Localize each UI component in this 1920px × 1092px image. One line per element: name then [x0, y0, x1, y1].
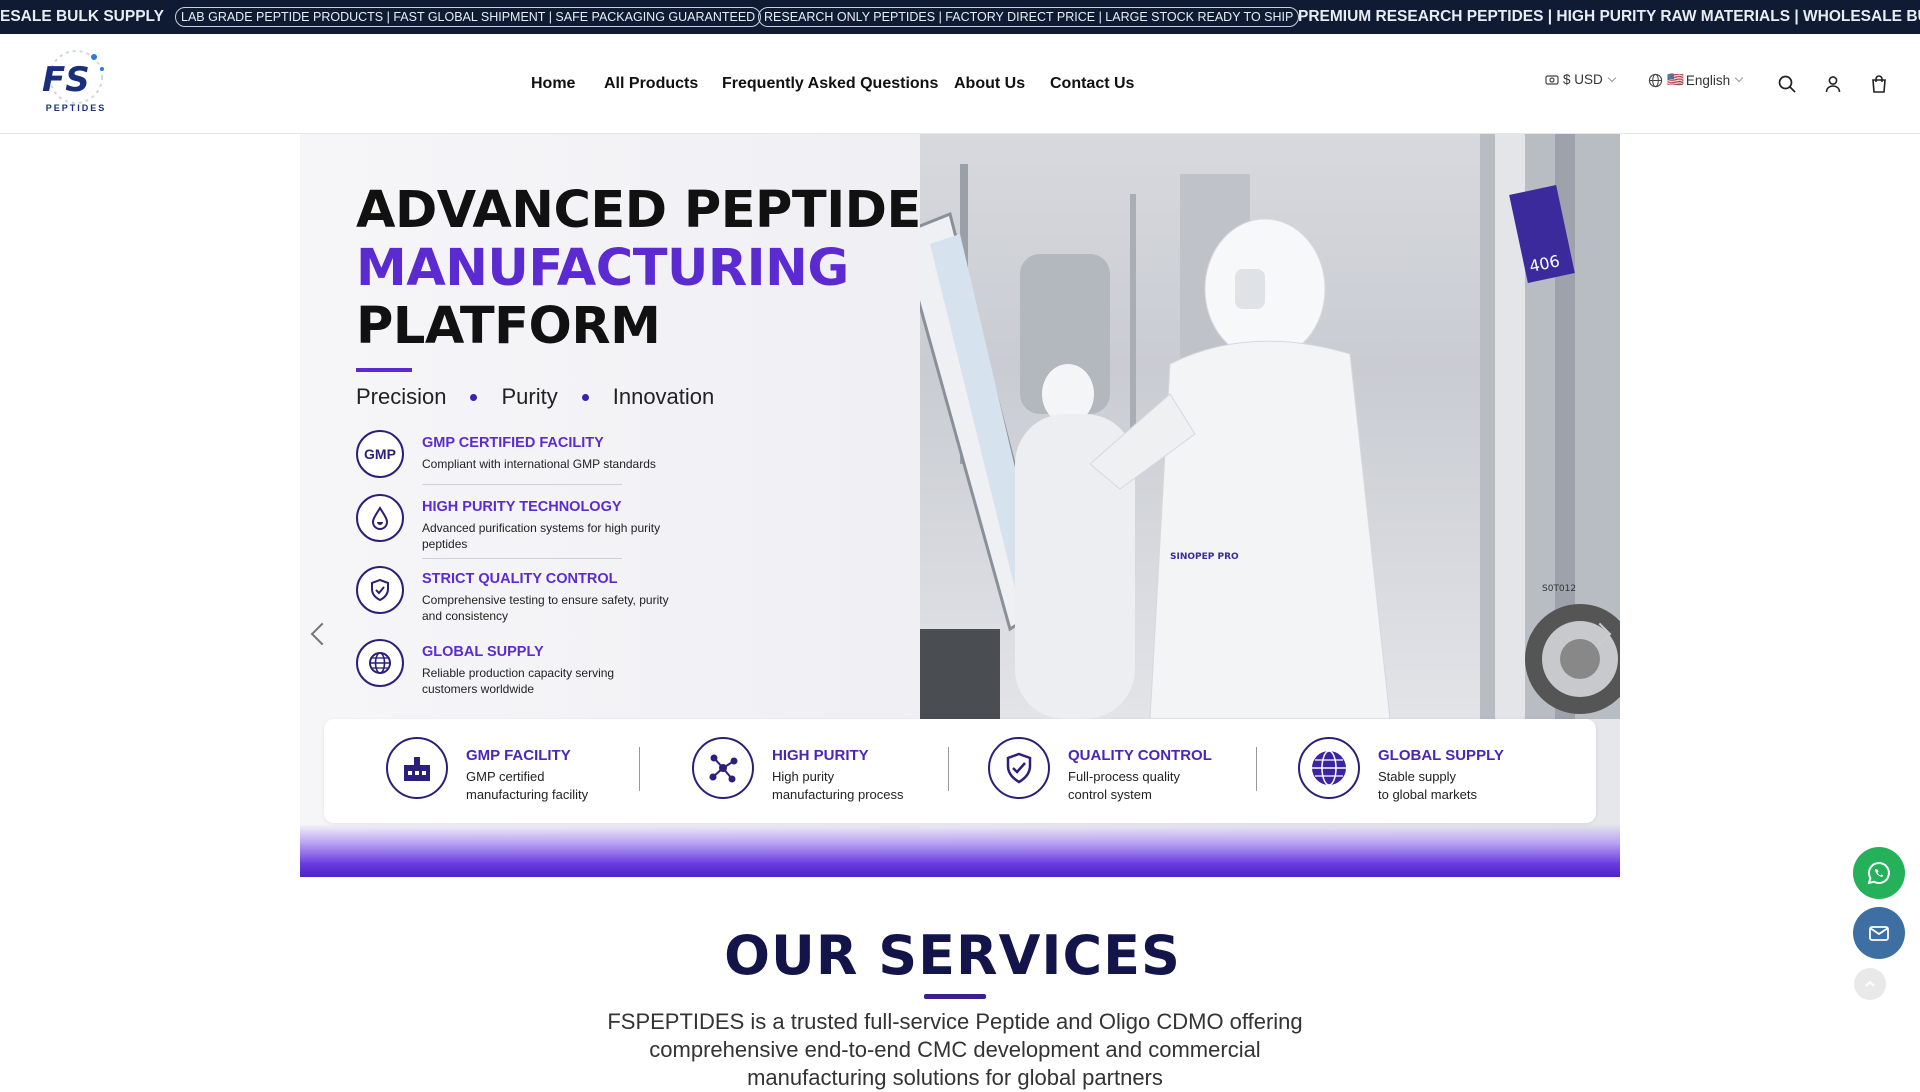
tagline-word: Precision	[356, 384, 447, 409]
feature-title: GLOBAL SUPPLY	[422, 644, 544, 660]
currency-icon	[1545, 74, 1559, 85]
chevron-up-icon	[1865, 980, 1875, 987]
feature-desc: Advanced purification systems for high p…	[422, 521, 661, 551]
search-button[interactable]	[1775, 72, 1799, 96]
feature-title: GMP CERTIFIED FACILITY	[422, 435, 604, 451]
bar-item-desc: Stable supply to global markets	[1378, 769, 1477, 802]
hero-title-line3: PLATFORM	[356, 297, 661, 356]
factory-icon	[386, 737, 448, 799]
nav-faq[interactable]: Frequently Asked Questions	[722, 75, 938, 93]
nav-about-us[interactable]: About Us	[954, 75, 1025, 93]
carousel-prev-arrow-icon[interactable]	[310, 622, 334, 646]
bar-item-title: QUALITY CONTROL	[1068, 747, 1212, 764]
divider	[948, 747, 949, 791]
tagline-word: Purity	[501, 384, 558, 409]
cart-icon	[1872, 75, 1886, 93]
language-label: English	[1685, 72, 1731, 88]
feature-bar: GMP FACILITY GMP certified manufacturing …	[324, 719, 1596, 823]
site-header: FS PEPTIDES Home All Products Frequently…	[0, 34, 1920, 134]
feature-title: STRICT QUALITY CONTROL	[422, 571, 618, 587]
currency-label: $ USD	[1563, 72, 1603, 87]
globe-icon	[356, 639, 404, 687]
search-icon	[1778, 75, 1796, 93]
divider	[422, 484, 622, 485]
title-accent-line	[356, 368, 412, 372]
email-button[interactable]	[1853, 907, 1905, 959]
site-logo[interactable]: FS PEPTIDES	[36, 47, 114, 121]
announcement-ticker: ESALE BULK SUPPLY LAB GRADE PEPTIDE PROD…	[0, 0, 1920, 34]
hero-title-line1: ADVANCED PEPTIDE	[356, 181, 921, 240]
whatsapp-icon	[1867, 861, 1890, 885]
currency-selector[interactable]: $ USD	[1545, 72, 1617, 87]
language-selector[interactable]: 🇺🇸 English	[1648, 72, 1744, 88]
nav-contact-us[interactable]: Contact Us	[1050, 75, 1134, 93]
services-underline	[924, 994, 986, 999]
dot-separator	[470, 393, 478, 401]
feature-desc: Comprehensive testing to ensure safety, …	[422, 593, 669, 623]
ticker-message: LAB GRADE PEPTIDE PRODUCTS | FAST GLOBAL…	[175, 7, 762, 27]
bar-item-desc: GMP certified manufacturing facility	[466, 769, 589, 802]
globe-icon	[1298, 737, 1360, 799]
bar-item-title: GLOBAL SUPPLY	[1378, 747, 1504, 764]
main-nav: Home	[531, 34, 575, 134]
shield-check-icon	[988, 737, 1050, 799]
divider	[1256, 747, 1257, 791]
chevron-down-icon	[1734, 73, 1744, 83]
droplet-icon	[356, 494, 404, 542]
svg-text:S0T012: S0T012	[1542, 584, 1576, 594]
purple-gradient-band	[300, 824, 1620, 877]
globe-icon	[1648, 73, 1663, 87]
mail-icon	[1869, 926, 1889, 941]
nav-all-products[interactable]: All Products	[604, 75, 698, 93]
back-to-top-button[interactable]	[1854, 968, 1886, 1000]
account-button[interactable]	[1821, 72, 1845, 96]
gmp-badge-icon: GMP	[356, 430, 404, 478]
bar-item-desc: Full-process quality control system	[1068, 769, 1180, 802]
ticker-message: RESEARCH ONLY PEPTIDES | FACTORY DIRECT …	[758, 7, 1300, 27]
hero-tagline: Precision Purity Innovation	[356, 384, 714, 410]
svg-text:FS: FS	[42, 60, 90, 100]
cart-button[interactable]	[1867, 72, 1891, 96]
shield-check-icon	[356, 566, 404, 614]
nav-home[interactable]: Home	[531, 75, 575, 93]
hero-banner[interactable]: 406 S0T012 SINOPEP PRO ADVANCED PEPTIDE …	[300, 134, 1620, 877]
dot-separator	[581, 393, 589, 401]
bar-item-title: GMP FACILITY	[466, 747, 571, 764]
account-icon	[1825, 76, 1841, 93]
feature-desc: Reliable production capacity serving cus…	[422, 666, 615, 696]
hero-title-line2: MANUFACTURING	[356, 239, 849, 298]
logo-text: PEPTIDES	[45, 103, 107, 113]
ticker-message: ESALE BULK SUPPLY	[0, 8, 164, 25]
lab-photo: 406 S0T012 SINOPEP PRO	[898, 134, 1620, 720]
whatsapp-button[interactable]	[1853, 847, 1905, 899]
svg-text:SINOPEP PRO: SINOPEP PRO	[1170, 552, 1239, 562]
divider	[639, 747, 640, 791]
feature-desc: Compliant with international GMP standar…	[422, 457, 656, 471]
divider	[422, 558, 622, 559]
language-flag: 🇺🇸	[1667, 72, 1684, 87]
chevron-down-icon	[1607, 73, 1617, 82]
services-description: FSPEPTIDES is a trusted full-service Pep…	[607, 1009, 1303, 1090]
tagline-word: Innovation	[612, 384, 715, 409]
bar-item-title: HIGH PURITY	[772, 747, 869, 764]
feature-title: HIGH PURITY TECHNOLOGY	[422, 499, 622, 515]
bar-item-desc: High purity manufacturing process	[772, 769, 904, 802]
services-title: OUR SERVICES	[724, 924, 1181, 987]
ticker-message: PREMIUM RESEARCH PEPTIDES | HIGH PURITY …	[1298, 8, 1920, 25]
molecule-icon	[692, 737, 754, 799]
